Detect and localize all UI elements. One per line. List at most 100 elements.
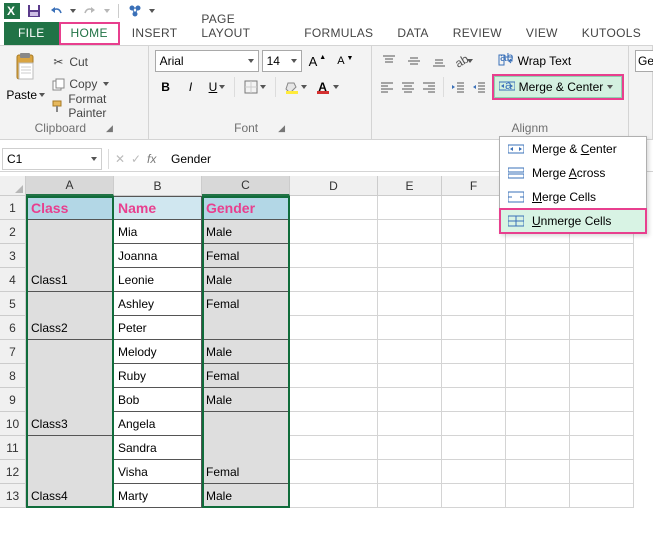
- cell[interactable]: [570, 340, 634, 364]
- cell[interactable]: [290, 292, 378, 316]
- tab-file[interactable]: FILE: [4, 22, 59, 45]
- tab-view[interactable]: VIEW: [514, 22, 570, 45]
- cell[interactable]: [290, 196, 378, 220]
- cell[interactable]: [378, 412, 442, 436]
- tab-review[interactable]: REVIEW: [441, 22, 514, 45]
- cell[interactable]: Mia: [114, 220, 202, 244]
- cell[interactable]: Class2: [26, 316, 114, 340]
- cell[interactable]: Gender: [202, 196, 290, 220]
- cell[interactable]: [378, 460, 442, 484]
- cell[interactable]: Name: [114, 196, 202, 220]
- cell[interactable]: [442, 220, 506, 244]
- decrease-indent-button[interactable]: [448, 76, 466, 98]
- name-box[interactable]: C1: [2, 148, 102, 170]
- cell[interactable]: [506, 364, 570, 388]
- row-header[interactable]: 12: [0, 460, 26, 484]
- cell[interactable]: [442, 292, 506, 316]
- format-painter-button[interactable]: Format Painter: [47, 96, 141, 116]
- menu-merge-cells[interactable]: Merge Cells: [500, 185, 646, 209]
- cell[interactable]: [378, 196, 442, 220]
- increase-indent-button[interactable]: [470, 76, 488, 98]
- cell[interactable]: Sandra: [114, 436, 202, 460]
- cell[interactable]: Class3: [26, 412, 114, 436]
- cell[interactable]: [442, 268, 506, 292]
- row-header[interactable]: 6: [0, 316, 26, 340]
- row-header[interactable]: 2: [0, 220, 26, 244]
- menu-merge-and-center[interactable]: Merge & Center: [500, 137, 646, 161]
- cell[interactable]: [26, 436, 114, 460]
- cell[interactable]: [442, 388, 506, 412]
- cell[interactable]: Joanna: [114, 244, 202, 268]
- cell[interactable]: Male: [202, 268, 290, 292]
- cell[interactable]: Marty: [114, 484, 202, 508]
- cell[interactable]: [290, 436, 378, 460]
- cell[interactable]: [506, 436, 570, 460]
- cell[interactable]: [378, 340, 442, 364]
- cell[interactable]: [442, 484, 506, 508]
- cell[interactable]: [442, 316, 506, 340]
- cell[interactable]: [378, 220, 442, 244]
- cell[interactable]: Visha: [114, 460, 202, 484]
- cell[interactable]: Male: [202, 388, 290, 412]
- cell[interactable]: [442, 436, 506, 460]
- cell[interactable]: [202, 316, 290, 340]
- tab-formulas[interactable]: FORMULAS: [292, 22, 385, 45]
- cell[interactable]: [378, 292, 442, 316]
- cell[interactable]: Class1: [26, 268, 114, 292]
- cell[interactable]: Peter: [114, 316, 202, 340]
- col-header-e[interactable]: E: [378, 176, 442, 196]
- cell[interactable]: [570, 460, 634, 484]
- col-header-a[interactable]: A: [26, 176, 114, 196]
- increase-font-button[interactable]: A▲: [305, 50, 331, 72]
- cell[interactable]: [442, 460, 506, 484]
- align-middle-button[interactable]: [403, 50, 425, 72]
- cell[interactable]: [506, 316, 570, 340]
- cell[interactable]: Ashley: [114, 292, 202, 316]
- kutools-qat-icon[interactable]: [127, 3, 143, 19]
- undo-icon[interactable]: [48, 3, 64, 19]
- cell[interactable]: [26, 460, 114, 484]
- cell[interactable]: [26, 220, 114, 244]
- cell[interactable]: Femal: [202, 460, 290, 484]
- cell[interactable]: [290, 460, 378, 484]
- cell[interactable]: [506, 412, 570, 436]
- cell[interactable]: Class: [26, 196, 114, 220]
- qat-customize-icon[interactable]: [149, 9, 155, 13]
- cell[interactable]: [378, 484, 442, 508]
- col-header-d[interactable]: D: [290, 176, 378, 196]
- cell[interactable]: [290, 316, 378, 340]
- cell[interactable]: [570, 412, 634, 436]
- cell[interactable]: Femal: [202, 292, 290, 316]
- row-header[interactable]: 11: [0, 436, 26, 460]
- fx-icon[interactable]: fx: [147, 152, 163, 166]
- copy-dropdown-icon[interactable]: [103, 82, 109, 86]
- font-size-combo[interactable]: 14: [262, 50, 302, 72]
- cell[interactable]: [378, 316, 442, 340]
- menu-merge-across[interactable]: Merge Across: [500, 161, 646, 185]
- cell[interactable]: [506, 244, 570, 268]
- font-launcher-icon[interactable]: ◢: [278, 123, 285, 134]
- cell[interactable]: [442, 244, 506, 268]
- cell[interactable]: [378, 436, 442, 460]
- col-header-c[interactable]: C: [202, 176, 290, 196]
- menu-unmerge-cells[interactable]: Unmerge Cells: [500, 209, 646, 233]
- row-header[interactable]: 5: [0, 292, 26, 316]
- align-left-button[interactable]: [378, 76, 396, 98]
- row-header[interactable]: 13: [0, 484, 26, 508]
- cell[interactable]: [506, 484, 570, 508]
- cell[interactable]: Femal: [202, 244, 290, 268]
- tab-kutools[interactable]: KUTOOLS: [570, 22, 653, 45]
- cell[interactable]: [26, 388, 114, 412]
- redo-dropdown-icon[interactable]: [104, 9, 110, 13]
- cell[interactable]: [202, 412, 290, 436]
- cell[interactable]: [26, 244, 114, 268]
- tab-home[interactable]: HOME: [59, 22, 120, 45]
- cell[interactable]: [378, 364, 442, 388]
- cell[interactable]: [290, 244, 378, 268]
- paste-dropdown-icon[interactable]: [39, 93, 45, 97]
- tab-page-layout[interactable]: PAGE LAYOUT: [189, 8, 292, 45]
- cell[interactable]: [26, 292, 114, 316]
- cell[interactable]: [570, 364, 634, 388]
- redo-icon[interactable]: [82, 3, 98, 19]
- cell[interactable]: Angela: [114, 412, 202, 436]
